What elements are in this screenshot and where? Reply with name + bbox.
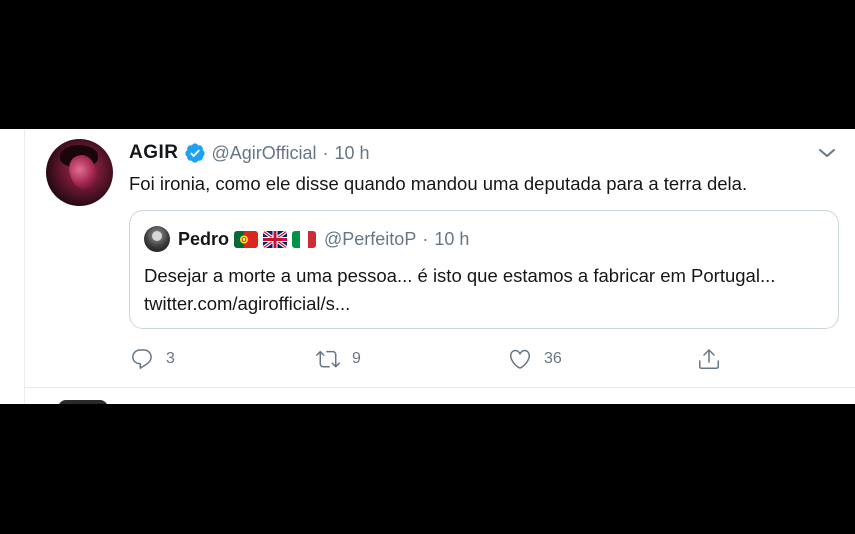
tweet-text: Foi ironia, como ele disse quando mandou… — [129, 173, 748, 194]
tweet-header: AGIR @AgirOfficial · 10 h — [129, 142, 370, 164]
quoted-tweet-text: Desejar a morte a uma pessoa... é isto q… — [144, 265, 776, 314]
flag-portugal-icon — [234, 230, 259, 248]
top-letterbox — [0, 0, 855, 129]
timestamp[interactable]: 10 h — [334, 143, 369, 164]
retweet-button[interactable]: 9 — [316, 345, 361, 373]
retweet-count: 9 — [352, 350, 361, 367]
quoted-tweet-header: Pedro @PerfeitoP · 10 h — [144, 226, 469, 252]
separator-dot: · — [322, 142, 329, 163]
heart-icon — [509, 349, 531, 369]
tweet-divider — [25, 387, 855, 388]
like-button[interactable]: 36 — [508, 345, 562, 373]
quoted-author-name: Pedro — [178, 228, 230, 249]
tweet-actions: 3 9 36 — [0, 345, 855, 373]
author-handle[interactable]: @AgirOfficial — [212, 143, 317, 164]
flag-italy-icon — [292, 230, 317, 248]
tweet-panel: AGIR @AgirOfficial · 10 h Foi ironia, co… — [0, 129, 855, 408]
reply-icon — [132, 349, 152, 369]
reply-count: 3 — [166, 350, 175, 367]
quoted-separator-dot: · — [422, 228, 429, 249]
bottom-letterbox — [0, 404, 855, 534]
share-icon — [699, 349, 719, 369]
like-count: 36 — [544, 350, 562, 367]
flag-united-kingdom-icon — [263, 230, 288, 248]
quoted-avatar — [144, 226, 170, 252]
share-button[interactable] — [697, 345, 721, 373]
avatar[interactable] — [46, 139, 113, 206]
verified-badge-icon — [184, 142, 206, 164]
quoted-timestamp: 10 h — [434, 228, 470, 249]
chevron-down-icon[interactable] — [818, 146, 836, 160]
author-name[interactable]: AGIR — [129, 142, 179, 164]
reply-button[interactable]: 3 — [130, 345, 175, 373]
quoted-author-handle: @PerfeitoP — [324, 228, 417, 249]
quoted-tweet[interactable]: Pedro @PerfeitoP · 10 h Desejar a morte … — [129, 210, 839, 329]
retweet-icon — [316, 350, 340, 368]
